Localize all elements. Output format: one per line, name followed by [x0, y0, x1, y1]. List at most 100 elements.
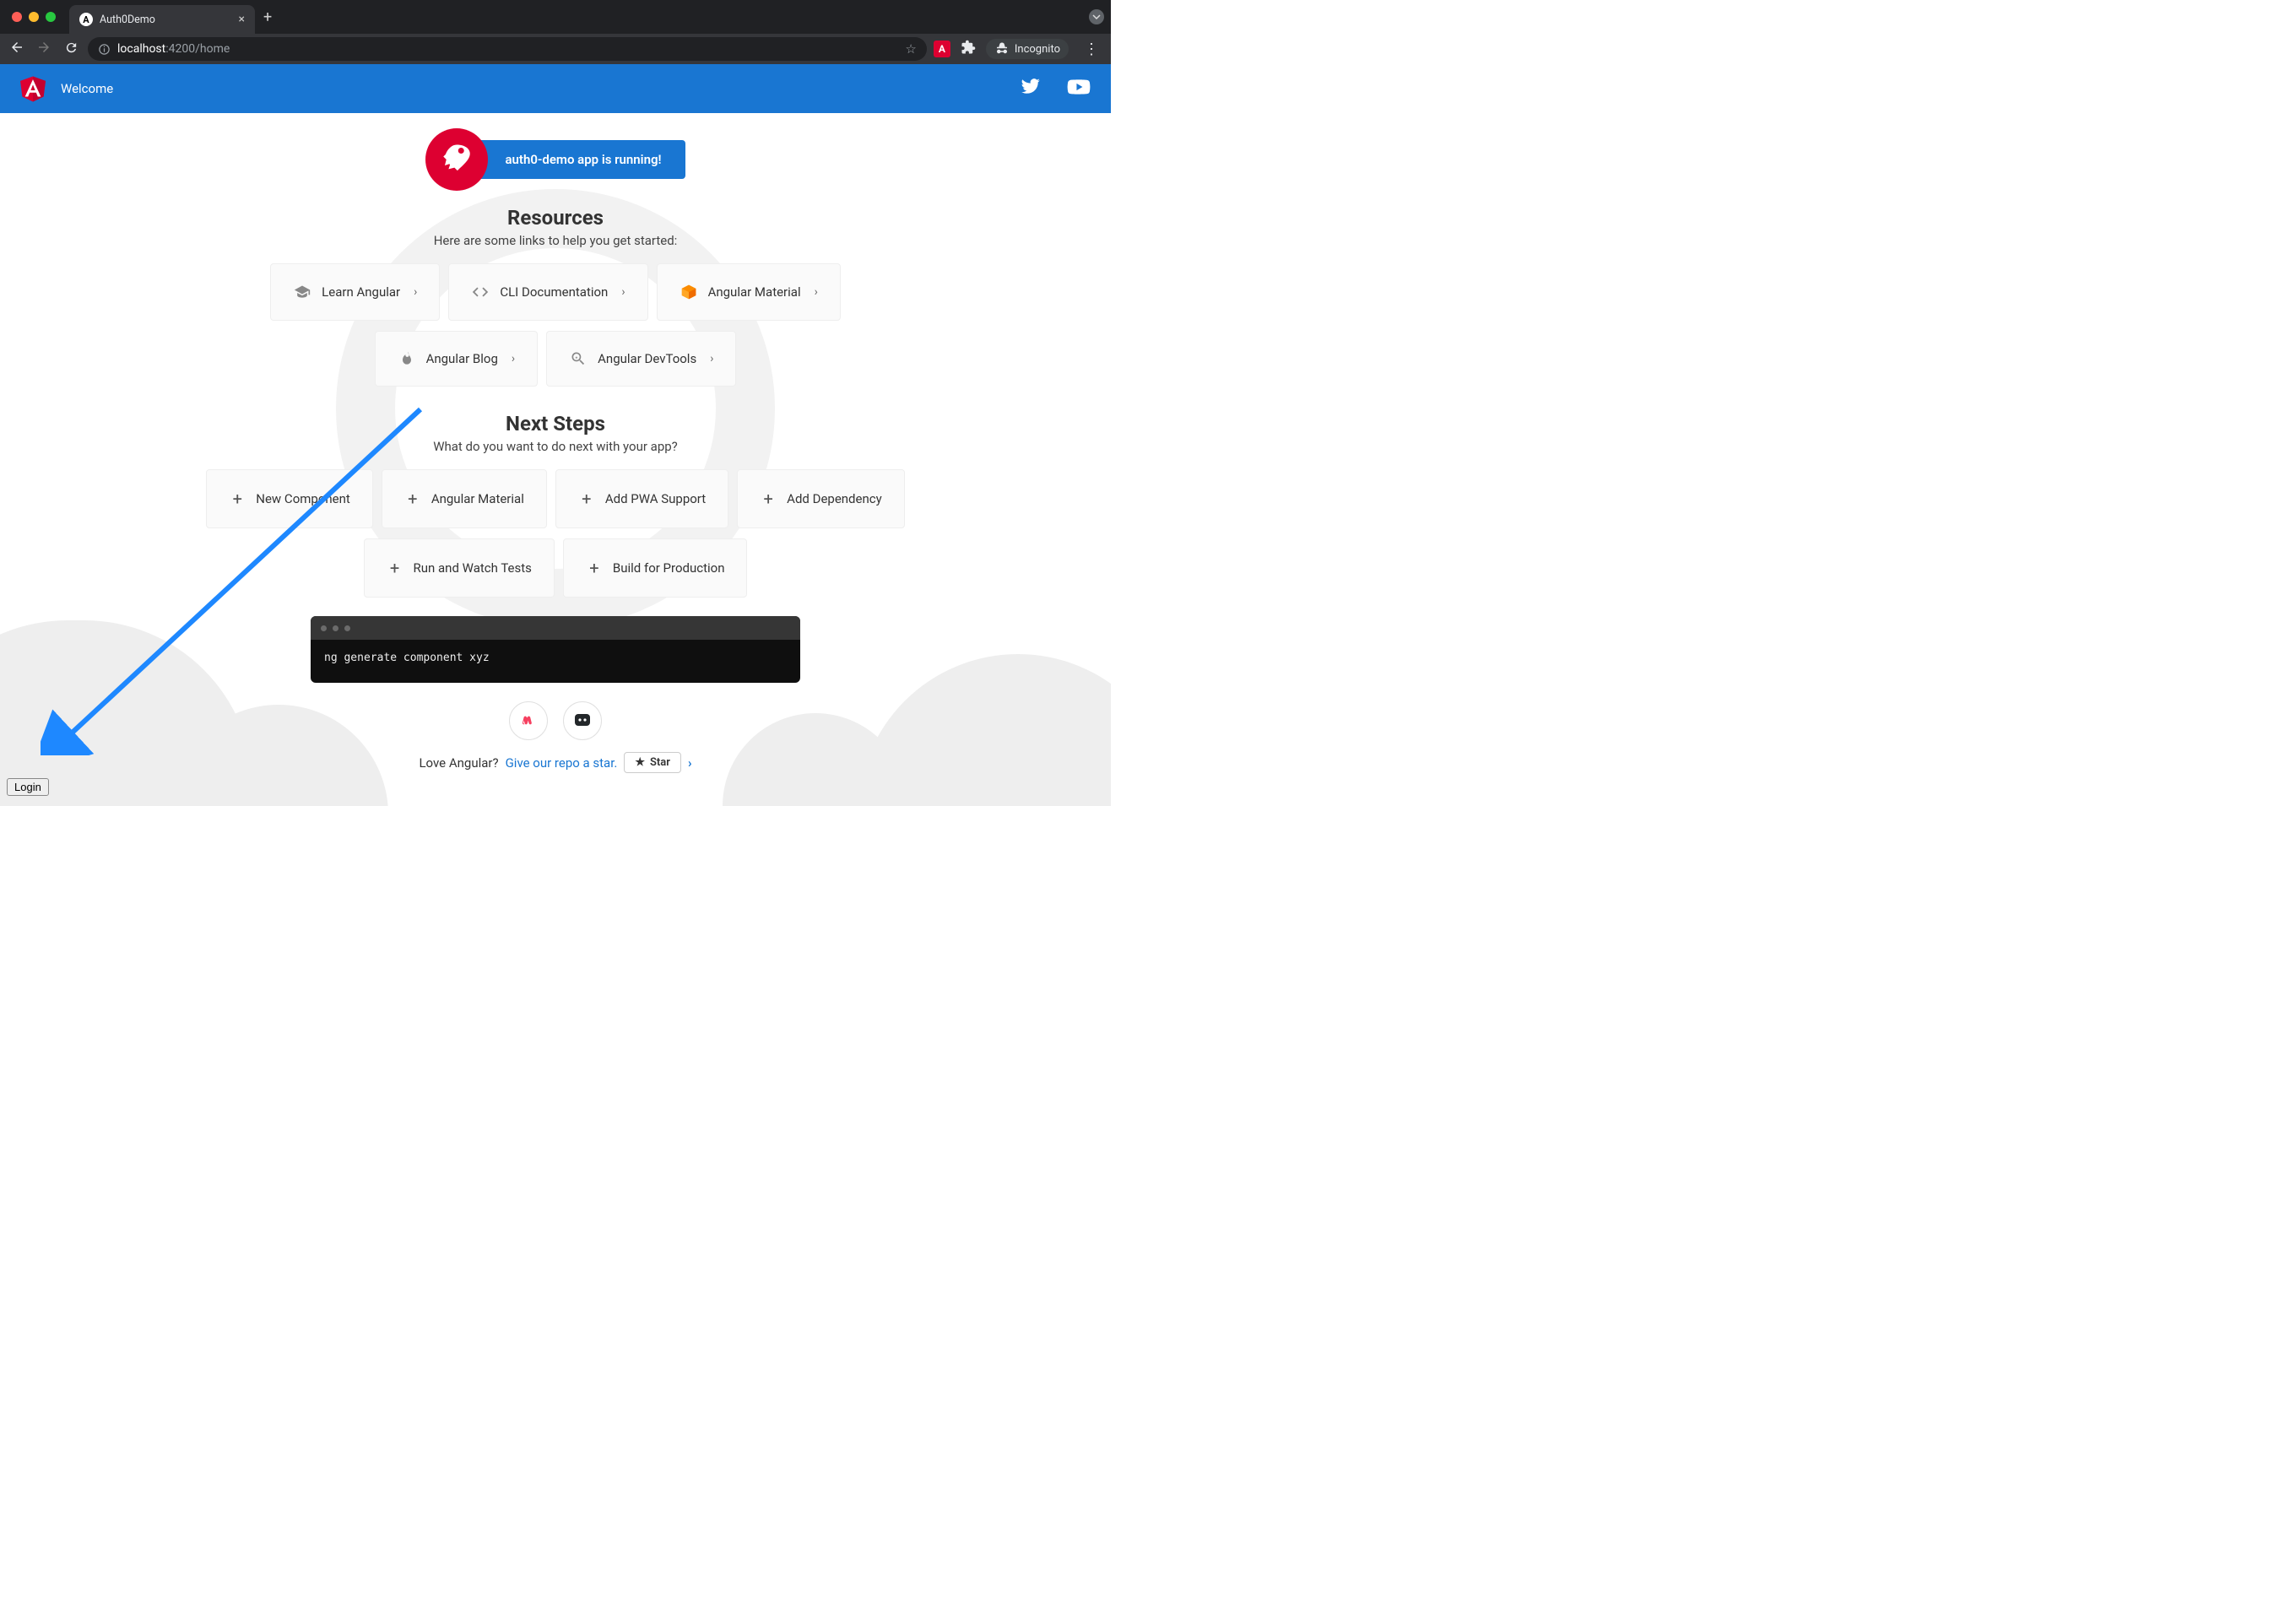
incognito-icon [994, 41, 1010, 57]
resources-subtitle: Here are some links to help you get star… [0, 233, 1111, 248]
chevron-right-icon: › [414, 285, 417, 299]
tab-title: Auth0Demo [100, 14, 155, 26]
window-close-icon[interactable] [12, 12, 22, 22]
repo-star-link[interactable]: Give our repo a star. [506, 755, 618, 771]
next-steps-subtitle: What do you want to do next with your ap… [0, 439, 1111, 454]
resource-card-learn-angular[interactable]: Learn Angular › [270, 263, 440, 321]
browser-toolbar: localhost:4200/home ☆ A Incognito ⋮ [0, 34, 1111, 64]
rocket-icon [425, 128, 488, 191]
terminal-header [311, 616, 800, 640]
chevron-right-icon: › [688, 755, 692, 771]
arrow-left-icon [9, 40, 24, 55]
chevron-right-icon: › [815, 285, 818, 299]
nav-back-button[interactable] [7, 40, 27, 58]
plus-icon: + [760, 489, 777, 509]
hero-banner: auth0-demo app is running! [0, 128, 1111, 191]
incognito-badge[interactable]: Incognito [986, 39, 1069, 59]
url-host: localhost:4200/home [117, 42, 230, 56]
magnify-icon [569, 350, 588, 367]
chevron-down-icon [1092, 13, 1101, 21]
browser-tab[interactable]: A Auth0Demo × [69, 5, 255, 34]
card-label: Add Dependency [787, 491, 882, 506]
resource-card-cli-docs[interactable]: CLI Documentation › [448, 263, 647, 321]
love-prefix: Love Angular? [419, 755, 498, 771]
card-label: Angular Material [431, 491, 524, 506]
plus-icon: + [578, 489, 595, 509]
discord-icon [572, 711, 593, 731]
site-info-icon[interactable] [98, 43, 111, 56]
card-label: Learn Angular [322, 284, 400, 300]
new-tab-button[interactable]: + [263, 8, 272, 26]
meetup-link[interactable] [509, 701, 548, 740]
login-label: Login [14, 781, 41, 793]
terminal-panel: ng generate component xyz [311, 616, 800, 683]
nav-forward-button[interactable] [34, 40, 54, 58]
extension-icons: A Incognito [934, 39, 1069, 59]
chevron-right-icon: › [710, 352, 713, 365]
terminal-dot-icon [344, 625, 350, 631]
footer-love-line: Love Angular? Give our repo a star. ★ St… [0, 752, 1111, 773]
extensions-puzzle-icon[interactable] [961, 40, 976, 58]
graduation-cap-icon [293, 284, 311, 300]
header-social-links [1020, 75, 1091, 103]
card-label: Angular DevTools [598, 351, 696, 366]
next-card-tests[interactable]: + Run and Watch Tests [364, 538, 555, 598]
chevron-right-icon: › [621, 285, 625, 299]
meetup-icon [517, 710, 539, 732]
plus-icon: + [229, 489, 246, 509]
tab-close-icon[interactable]: × [239, 13, 245, 26]
browser-menu-button[interactable]: ⋮ [1079, 41, 1104, 58]
code-icon [471, 283, 490, 301]
bookmark-star-icon[interactable]: ☆ [905, 41, 916, 57]
window-minimize-icon[interactable] [29, 12, 39, 22]
window-controls [12, 12, 56, 22]
tab-list-button[interactable] [1089, 9, 1104, 24]
next-card-pwa[interactable]: + Add PWA Support [555, 469, 728, 528]
card-label: Add PWA Support [605, 491, 706, 506]
page-title: Welcome [61, 81, 113, 96]
resources-heading: Resources [0, 206, 1111, 230]
resource-card-blog[interactable]: Angular Blog › [375, 331, 539, 387]
next-steps-heading: Next Steps [0, 412, 1111, 435]
plus-icon: + [586, 558, 603, 578]
next-card-dependency[interactable]: + Add Dependency [737, 469, 905, 528]
terminal-dot-icon [321, 625, 327, 631]
app-header: Welcome [0, 64, 1111, 113]
next-card-build[interactable]: + Build for Production [563, 538, 748, 598]
star-button[interactable]: ★ Star [624, 752, 681, 773]
hero-banner-text: auth0-demo app is running! [454, 140, 685, 179]
card-label: New Component [256, 491, 350, 506]
page-body: auth0-demo app is running! Resources Her… [0, 113, 1111, 806]
star-icon: ★ [635, 756, 645, 769]
plus-icon: + [404, 489, 421, 509]
next-card-new-component[interactable]: + New Component [206, 469, 373, 528]
card-label: Build for Production [613, 560, 725, 576]
fire-icon [398, 350, 416, 367]
reload-icon [64, 41, 79, 55]
plus-icon: + [387, 558, 403, 578]
incognito-label: Incognito [1015, 43, 1060, 56]
angular-devtools-extension-icon[interactable]: A [934, 41, 950, 57]
discord-link[interactable] [563, 701, 602, 740]
material-icon [680, 284, 698, 300]
next-card-material[interactable]: + Angular Material [382, 469, 547, 528]
resource-card-devtools[interactable]: Angular DevTools › [546, 331, 736, 387]
card-label: Run and Watch Tests [414, 560, 532, 576]
nav-reload-button[interactable] [61, 41, 81, 58]
chevron-right-icon: › [512, 352, 515, 365]
youtube-icon[interactable] [1067, 75, 1091, 103]
star-label: Star [650, 756, 670, 769]
login-button[interactable]: Login [7, 778, 49, 796]
browser-tab-strip: A Auth0Demo × + [0, 0, 1111, 34]
window-zoom-icon[interactable] [46, 12, 56, 22]
card-label: Angular Blog [426, 351, 498, 366]
angular-logo-icon [20, 75, 46, 103]
twitter-icon[interactable] [1020, 75, 1042, 103]
card-label: CLI Documentation [500, 284, 608, 300]
terminal-dot-icon [333, 625, 338, 631]
address-bar[interactable]: localhost:4200/home ☆ [88, 37, 927, 61]
terminal-command: ng generate component xyz [311, 640, 800, 683]
resource-card-material[interactable]: Angular Material › [657, 263, 841, 321]
arrow-right-icon [36, 40, 51, 55]
tab-favicon-icon: A [79, 13, 93, 26]
